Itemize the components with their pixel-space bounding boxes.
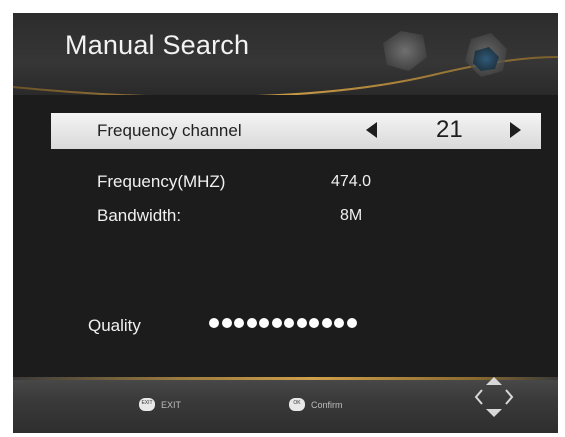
bandwidth-value: 8M <box>340 207 363 224</box>
frequency-channel-row[interactable]: Frequency channel 21 <box>51 113 541 149</box>
quality-dot <box>284 318 294 328</box>
quality-dot <box>271 318 282 328</box>
dpad-navigate-icon <box>474 377 514 417</box>
quality-meter <box>209 318 357 330</box>
page-title: Manual Search <box>65 30 250 60</box>
quality-dot <box>346 318 357 328</box>
frequency-channel-label: Frequency channel <box>97 121 242 140</box>
arrow-left-icon[interactable] <box>366 122 377 138</box>
arrow-right-icon[interactable] <box>510 122 521 138</box>
quality-dot <box>259 318 269 328</box>
quality-dot <box>246 318 257 328</box>
frequency-mhz-label: Frequency(MHZ) <box>97 172 226 191</box>
exit-label[interactable]: EXIT <box>161 400 181 410</box>
hexagon-decoration <box>383 31 427 71</box>
manual-search-screen: Manual Search Frequency channel 21 Frequ… <box>13 13 558 433</box>
quality-dot <box>221 318 232 328</box>
frequency-channel-value: 21 <box>436 116 463 143</box>
quality-dot <box>309 318 319 328</box>
quality-dot <box>209 318 219 328</box>
ok-button-icon[interactable]: OK <box>289 398 305 411</box>
confirm-label[interactable]: Confirm <box>311 400 343 410</box>
quality-label: Quality <box>88 316 141 335</box>
quality-dot <box>234 318 244 328</box>
quality-dot <box>296 318 307 328</box>
quality-dot <box>321 318 332 328</box>
quality-dot <box>334 318 344 328</box>
exit-button-icon[interactable]: EXIT <box>139 398 155 411</box>
frequency-mhz-value: 474.0 <box>331 173 372 190</box>
bandwidth-label: Bandwidth: <box>97 206 182 225</box>
